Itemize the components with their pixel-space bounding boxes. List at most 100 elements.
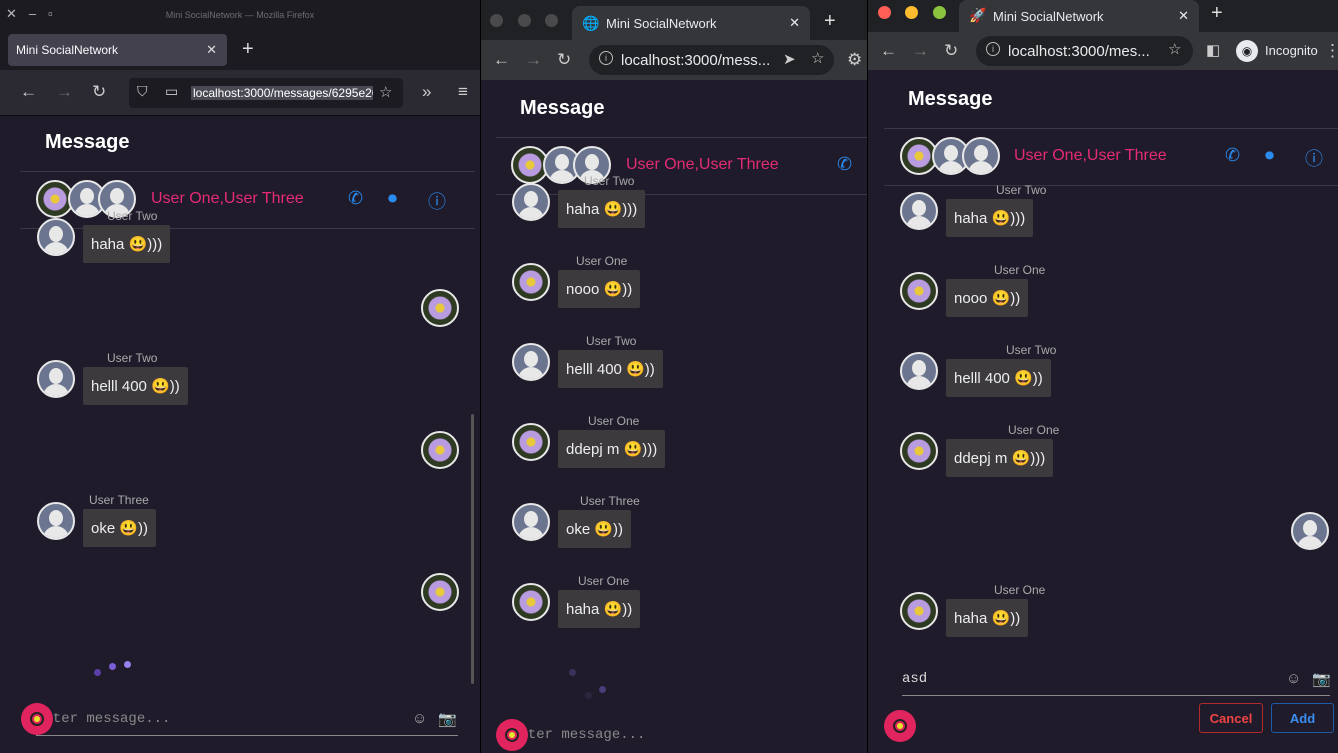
url-text[interactable]: localhost:3000/messages/6295e26 <box>191 86 373 100</box>
sidepanel-icon[interactable]: ◧ <box>1206 41 1220 59</box>
phone-icon[interactable]: ✆ <box>837 154 852 175</box>
received-message-bubble[interactable]: helll 400 😃)) <box>83 367 188 405</box>
overflow-icon[interactable]: » <box>422 82 431 102</box>
camera-icon[interactable]: 📷 <box>1312 670 1331 688</box>
close-tab-icon[interactable]: ✕ <box>1178 8 1189 24</box>
cancel-button[interactable]: Cancel <box>1199 703 1263 733</box>
globe-icon: 🌐 <box>582 15 600 31</box>
incognito-label[interactable]: Incognito <box>1265 43 1318 58</box>
info-icon[interactable]: ⓘ <box>428 188 446 214</box>
emoji-icon[interactable]: ☺ <box>412 710 427 727</box>
received-message-bubble[interactable]: ddepj m 😃))) <box>558 430 666 468</box>
received-message-bubble[interactable]: haha 😃))) <box>83 225 171 263</box>
reload-icon[interactable]: ↻ <box>557 50 571 70</box>
site-info-icon[interactable]: i <box>599 51 613 65</box>
nav-toolbar: ← → ↻ i localhost:3000/mes... ☆ ◧ ◉ Inco… <box>868 32 1338 70</box>
avatar <box>512 503 550 541</box>
window-titlebar: ✕ – ▫ Mini SocialNetwork — Mozilla Firef… <box>0 0 480 30</box>
bookmark-star-icon[interactable]: ☆ <box>379 83 392 101</box>
maximize-window-icon[interactable] <box>933 6 946 19</box>
received-message-bubble[interactable]: helll 400 😃)) <box>946 359 1051 397</box>
react-logo-icon[interactable] <box>18 700 56 738</box>
reload-icon[interactable]: ↻ <box>944 41 958 61</box>
address-bar[interactable]: ⛉ ▭ localhost:3000/messages/6295e26 ☆ <box>129 78 403 108</box>
reload-icon[interactable]: ↻ <box>92 82 106 102</box>
maximize-window-icon[interactable] <box>545 14 558 27</box>
avatar <box>962 137 1000 175</box>
message-input[interactable] <box>36 704 458 734</box>
tab-mini-socialnetwork[interactable]: 🌐 Mini SocialNetwork ✕ <box>572 6 810 40</box>
page-icon: ▭ <box>165 83 179 99</box>
back-icon[interactable]: ← <box>880 41 897 61</box>
extensions-icon[interactable]: ⚙ <box>847 50 862 70</box>
close-window-icon[interactable] <box>490 14 503 27</box>
scrollbar[interactable] <box>471 414 474 684</box>
shield-icon[interactable]: ⛉ <box>137 83 148 100</box>
received-message-bubble[interactable]: nooo 😃)) <box>946 279 1029 317</box>
avatar <box>37 218 75 256</box>
url-text[interactable]: localhost:3000/mes... <box>1008 43 1150 60</box>
received-message-bubble[interactable]: haha 😃))) <box>946 199 1034 237</box>
avatar <box>900 192 938 230</box>
add-button[interactable]: Add <box>1271 703 1334 733</box>
minimize-window-icon[interactable] <box>518 14 531 27</box>
received-message-bubble[interactable]: oke 😃)) <box>558 510 632 548</box>
message-input[interactable] <box>511 720 867 750</box>
rocket-icon: 🚀 <box>969 7 987 23</box>
maximize-window-icon[interactable]: ▫ <box>48 6 53 22</box>
back-icon[interactable]: ← <box>20 82 37 102</box>
received-message-bubble[interactable]: ddepj m 😃))) <box>946 439 1054 477</box>
site-info-icon[interactable]: i <box>986 42 1000 56</box>
close-window-icon[interactable] <box>878 6 891 19</box>
react-logo-icon[interactable] <box>881 707 919 745</box>
send-icon[interactable]: ➤ <box>783 50 796 68</box>
avatar <box>421 573 459 611</box>
video-call-icon[interactable]: ⏺ <box>1265 145 1274 166</box>
avatar <box>900 272 938 310</box>
page-title: Message <box>45 131 130 153</box>
bookmark-star-icon[interactable]: ☆ <box>811 49 824 67</box>
bookmark-star-icon[interactable]: ☆ <box>1168 40 1181 58</box>
address-bar[interactable]: i localhost:3000/mes... ☆ <box>976 36 1193 66</box>
phone-icon[interactable]: ✆ <box>348 188 363 209</box>
close-tab-icon[interactable]: ✕ <box>206 42 217 58</box>
address-bar[interactable]: i localhost:3000/mess... ➤ ☆ <box>589 45 834 75</box>
new-tab-icon[interactable]: + <box>824 10 836 33</box>
tab-mini-socialnetwork[interactable]: Mini SocialNetwork ✕ <box>8 34 227 66</box>
received-message-bubble[interactable]: helll 400 😃)) <box>558 350 663 388</box>
avatar <box>900 352 938 390</box>
conversation-name[interactable]: User One,User Three <box>1014 147 1167 165</box>
menu-icon[interactable]: ≡ <box>458 82 468 102</box>
tab-bar: Mini SocialNetwork ✕ + <box>0 30 480 70</box>
phone-icon[interactable]: ✆ <box>1225 145 1240 166</box>
new-tab-icon[interactable]: + <box>242 38 254 61</box>
camera-icon[interactable]: 📷 <box>438 710 457 728</box>
forward-icon[interactable]: → <box>525 50 542 70</box>
forward-icon[interactable]: → <box>912 41 929 61</box>
new-tab-icon[interactable]: + <box>1211 2 1223 25</box>
received-message-bubble[interactable]: haha 😃)) <box>558 590 641 628</box>
menu-icon[interactable]: ⋮ <box>1324 41 1338 61</box>
conversation-name[interactable]: User One,User Three <box>626 156 779 174</box>
message-author: User Two <box>584 174 635 188</box>
received-message-bubble[interactable]: oke 😃)) <box>83 509 157 547</box>
video-call-icon[interactable]: ⏺ <box>388 188 397 209</box>
message-input[interactable] <box>902 664 1330 694</box>
minimize-window-icon[interactable] <box>905 6 918 19</box>
received-message-bubble[interactable]: haha 😃))) <box>558 190 646 228</box>
message-author: User One <box>576 254 628 268</box>
minimize-window-icon[interactable]: – <box>29 6 36 22</box>
react-logo-icon[interactable] <box>493 716 531 753</box>
tab-mini-socialnetwork[interactable]: 🚀 Mini SocialNetwork ✕ <box>959 0 1199 32</box>
received-message-bubble[interactable]: nooo 😃)) <box>558 270 641 308</box>
close-tab-icon[interactable]: ✕ <box>789 15 800 31</box>
close-window-icon[interactable]: ✕ <box>6 6 17 22</box>
forward-icon[interactable]: → <box>56 82 73 102</box>
info-icon[interactable]: ⓘ <box>1305 145 1323 171</box>
emoji-icon[interactable]: ☺ <box>1286 670 1301 687</box>
back-icon[interactable]: ← <box>493 50 510 70</box>
conversation-name[interactable]: User One,User Three <box>151 190 304 208</box>
url-text[interactable]: localhost:3000/mess... <box>621 52 770 69</box>
message-author: User One <box>994 263 1046 277</box>
received-message-bubble[interactable]: haha 😃)) <box>946 599 1029 637</box>
